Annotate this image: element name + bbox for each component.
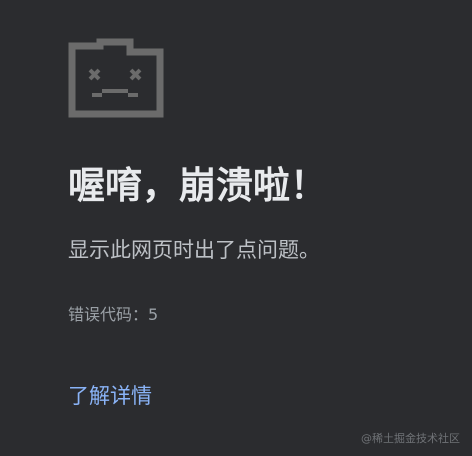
watermark: @稀土掘金技术社区 — [361, 432, 460, 445]
sad-tab-icon — [68, 38, 164, 118]
crash-title: 喔唷，崩溃啦！ — [68, 164, 327, 207]
learn-more-link[interactable]: 了解详情 — [68, 381, 152, 411]
error-code: 错误代码：5 — [68, 305, 159, 324]
crash-message: 显示此网页时出了点问题。 — [68, 238, 320, 262]
